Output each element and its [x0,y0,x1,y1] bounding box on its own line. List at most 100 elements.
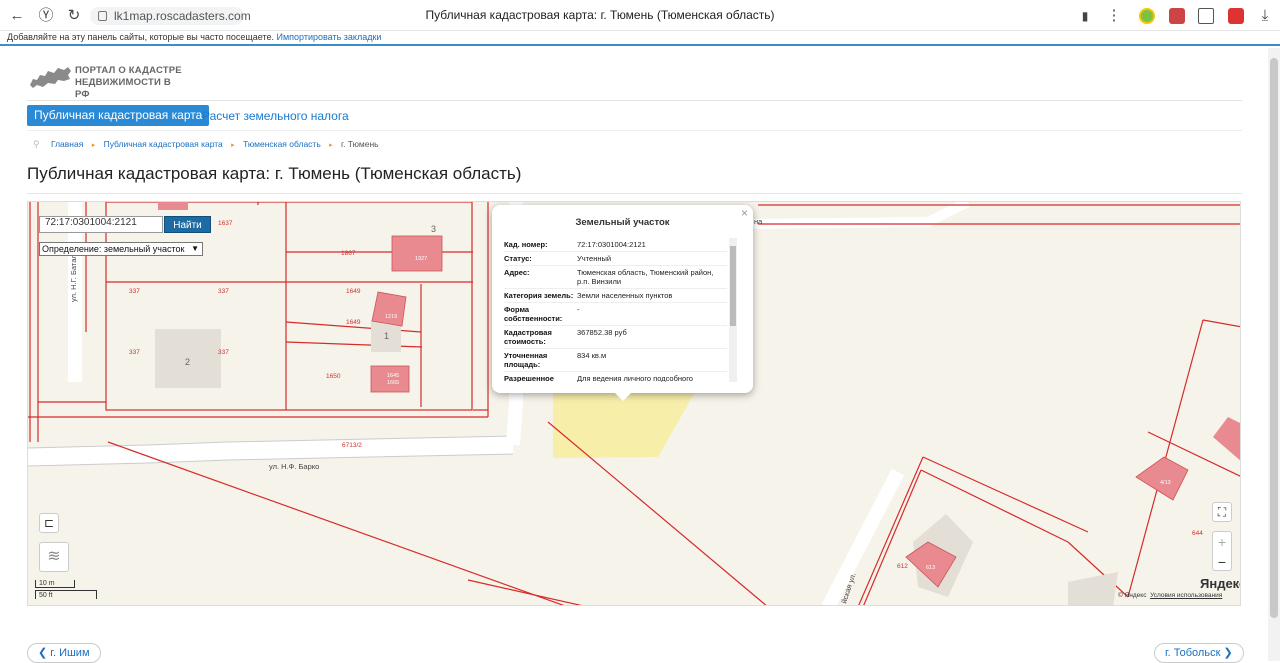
reader-icon[interactable] [1198,8,1214,24]
fullscreen-icon: ⛶ [1217,505,1227,519]
building-label: 4/13 [1160,480,1171,486]
street-label: на [754,217,763,226]
breadcrumb: ⚲ Главная ▸ Публичная кадастровая карта … [33,139,385,150]
definition-value: земельный участок [103,244,185,254]
chevron-right-icon: ▸ [231,142,235,149]
menu-dots-icon[interactable]: ⋮ [1105,7,1123,25]
popup-row: Разрешенное Для ведения личного подсобног… [504,372,727,382]
terms-link[interactable]: Условия использования [1150,592,1222,599]
parcel-label: 1637 [218,220,233,227]
parcel-label: 6713/2 [342,442,362,449]
breadcrumb-home[interactable]: Главная [51,139,83,149]
parcel-label: 1649 [346,288,361,295]
browser-toolbar: ← Ⓨ ↻ lk1map.roscadasters.com Публичная … [0,0,1280,31]
lock-icon [98,11,107,21]
scale-feet: 50 ft [35,590,97,599]
page-title: Публичная кадастровая карта: г. Тюмень (… [27,164,522,183]
definition-select[interactable]: Определение: земельный участок ▼ [39,242,203,256]
popup-title: Земельный участок [575,217,670,228]
divider [27,130,1242,131]
back-icon[interactable]: ← [8,7,26,25]
building-label: 1665 [387,380,399,386]
cadastral-map[interactable]: 1637 1867 337 337 337 337 1649 1649 1650… [27,201,1241,606]
chevron-right-icon: ▸ [91,142,96,149]
popup-row: Категория земель: Земли населенных пункто… [504,289,727,303]
cadastral-search-input[interactable]: 72:17:0301004:2121 [39,216,163,233]
building-label: 1927 [415,256,427,262]
popup-row: Адрес: Тюменская область, Тюменский район… [504,266,727,289]
ruler-icon: ⊏ [43,516,55,530]
popup-details: Кад. номер: 72:17:0301004:2121 Статус: Учт… [504,238,727,382]
breadcrumb-region[interactable]: Тюменская область [243,139,321,149]
map-scale: 10 m 50 ft [35,580,97,600]
zoom-control: + − [1212,531,1232,571]
divider [27,100,1242,101]
street-label: ул. Н.Г. Батал [69,254,78,302]
reload-icon[interactable]: ↻ [65,7,83,25]
map-copyright: © Яндекс Условия использования [1118,592,1223,599]
popup-row: Уточненная площадь: 834 кв.м [504,349,727,372]
layers-button[interactable]: ≋ [39,542,69,572]
building-label: 1645 [387,373,399,379]
layers-icon: ≋ [47,548,61,565]
site-logo[interactable]: ПОРТАЛ О КАДАСТРЕ НЕДВИЖИМОСТИ В РФ [28,63,188,100]
parcel-label: 337 [218,288,229,295]
logo-text: ПОРТАЛ О КАДАСТРЕ НЕДВИЖИМОСТИ В РФ [75,65,182,100]
location-pin-icon: ⚲ [33,139,40,149]
parcel-label: 644 [1192,530,1203,537]
chevron-right-icon: ❯ [1223,647,1233,659]
page-scrollbar[interactable] [1268,48,1280,661]
zoom-out-button[interactable]: − [1213,552,1231,572]
nav-land-tax[interactable]: Расчет земельного налога [202,109,349,123]
bookmarks-hint: Добавляйте на эту панель сайты, которые … [7,32,274,42]
prev-city-link[interactable]: ❮ г. Ишим [27,643,101,663]
ruler-button[interactable]: ⊏ [39,513,59,533]
parcel-label: 337 [129,288,140,295]
street-label: ул. Н.Ф. Барко [269,462,319,471]
yandex-logo[interactable]: Яндекс [1200,576,1240,591]
breadcrumb-map[interactable]: Публичная кадастровая карта [104,139,223,149]
find-button[interactable]: Найти [164,216,211,233]
popup-row: Статус: Учтенный [504,252,727,266]
parcel-label: 612 [897,563,908,570]
next-city-link[interactable]: г. Тобольск ❯ [1154,643,1244,663]
scrollbar-thumb[interactable] [730,246,736,326]
house-number: 2 [185,357,190,367]
house-number: 1 [384,331,389,341]
bookmark-icon[interactable]: ▮ [1076,7,1094,25]
scrollbar-thumb[interactable] [1270,58,1278,618]
import-bookmarks-link[interactable]: Импортировать закладки [277,32,382,42]
tab-title: Публичная кадастровая карта: г. Тюмень (… [425,8,775,22]
breadcrumb-current: г. Тюмень [341,139,379,149]
chevron-right-icon: ▸ [329,142,333,149]
parcel-label: 337 [129,349,140,356]
extension-icon[interactable] [1139,8,1155,24]
definition-label: Определение: [42,244,102,254]
parcel-label: 337 [218,349,229,356]
house-number: 3 [431,224,436,234]
popup-row: Форма собственности: - [504,303,727,326]
zoom-in-button[interactable]: + [1213,532,1231,552]
popup-row: Кад. номер: 72:17:0301004:2121 [504,238,727,252]
fullscreen-button[interactable]: ⛶ [1212,502,1232,522]
chevron-down-icon: ▼ [191,244,199,253]
parcel-label: 1867 [341,250,356,257]
popup-row: Кадастровая стоимость: 367852.38 руб [504,326,727,349]
popup-scrollbar[interactable] [729,238,737,382]
extension-icon[interactable] [1228,8,1244,24]
parcel-label: 1649 [346,319,361,326]
yandex-icon[interactable]: Ⓨ [37,7,55,25]
chevron-left-icon: ❮ [38,647,48,659]
russia-map-icon [30,67,71,88]
divider [27,193,1242,194]
nav-cadastral-map[interactable]: Публичная кадастровая карта [27,105,210,126]
parcel-info-popup: × Земельный участок Кад. номер: 72:17:030… [492,205,753,401]
scale-meters: 10 m [35,580,75,588]
bookmarks-bar: Добавляйте на эту панель сайты, которые … [0,31,1280,46]
building-label: 613 [926,565,935,571]
parcel-label: 1650 [326,373,341,380]
download-icon[interactable]: ⤓ [1256,7,1274,25]
url-text: lk1map.roscadasters.com [114,9,251,23]
address-bar[interactable]: lk1map.roscadasters.com [90,7,251,25]
extension-icon[interactable] [1169,8,1185,24]
